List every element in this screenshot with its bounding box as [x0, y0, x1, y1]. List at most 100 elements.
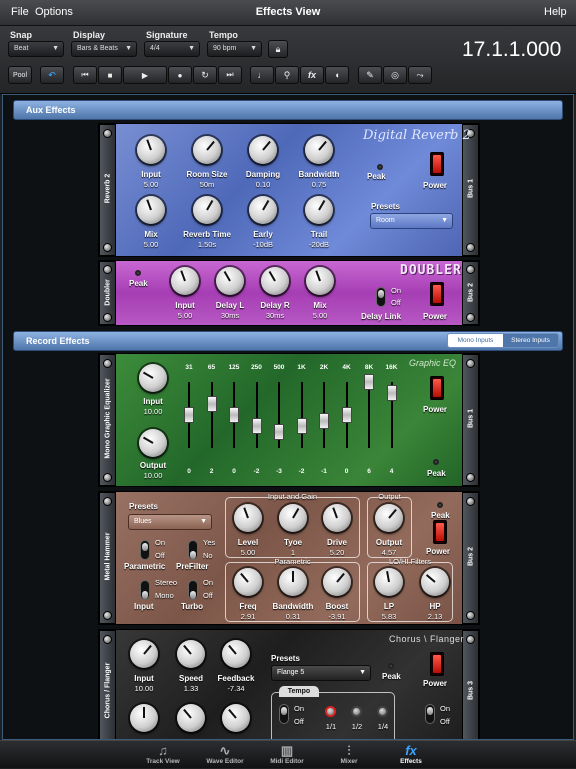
hammer-preset-select[interactable]: Blues ▼ — [128, 514, 212, 530]
tab-effects[interactable]: fx Effects — [376, 741, 446, 769]
fx-button[interactable]: fx — [300, 66, 324, 84]
loop-button[interactable]: ↻ — [193, 66, 217, 84]
binoculars-button[interactable]: ◎ — [383, 66, 407, 84]
reverb-bandwidth-knob[interactable] — [305, 136, 333, 164]
play-button[interactable]: ▶ — [123, 66, 167, 84]
hammer-lp-knob[interactable] — [375, 568, 403, 596]
tab-mixer[interactable]: ⫶ Mixer — [314, 741, 384, 769]
hammer-drive-value: 5.20 — [329, 548, 345, 557]
reverb-power-switch[interactable] — [430, 152, 444, 176]
help-menu[interactable]: Help — [544, 6, 567, 18]
hammer-bandwidth-knob[interactable] — [279, 568, 307, 596]
doubler-delay-r-value: 30ms — [265, 311, 285, 320]
hammer-drive-knob[interactable] — [323, 504, 351, 532]
duck-icon: ◖ — [334, 70, 340, 80]
display-select[interactable]: Bars & Beats ▼ — [71, 41, 137, 57]
effects-area[interactable]: Aux Effects Reverb 2 Bus 1 Digital Rever… — [2, 94, 574, 740]
eq-slider-thumb[interactable] — [296, 418, 307, 434]
tab-wave-editor[interactable]: ∿ Wave Editor — [190, 741, 260, 769]
forward-button[interactable]: ⏭ — [218, 66, 242, 84]
eq-slider-thumb[interactable] — [229, 407, 239, 423]
wrench-button[interactable]: ✎ — [358, 66, 382, 84]
hammer-freq-knob[interactable] — [234, 568, 262, 596]
chorus-power-switch[interactable] — [430, 652, 444, 676]
tab-bar: ♫ Track View ∿ Wave Editor ▥ Midi Editor ⫶ Mixe… — [0, 740, 576, 768]
doubler-power-switch[interactable] — [430, 282, 444, 306]
reverb-mix-value: 5.00 — [143, 240, 159, 249]
hammer-level-knob[interactable] — [234, 504, 262, 532]
parametric-toggle[interactable] — [140, 540, 150, 560]
lock-button[interactable]: 🔒︎ — [268, 40, 288, 58]
tempo-note-button[interactable] — [351, 706, 362, 717]
eq-slider-thumb[interactable] — [386, 385, 397, 401]
tempo-toggle[interactable] — [279, 704, 289, 724]
doubler-mix-knob[interactable] — [306, 267, 334, 295]
reverb-trail-knob[interactable] — [305, 196, 333, 224]
doubler-delay-l-knob[interactable] — [216, 267, 244, 295]
eq-output-knob[interactable] — [139, 429, 167, 457]
tempo-tab[interactable]: Tempo — [279, 686, 319, 697]
tempo-select[interactable]: 90 bpm ▼ — [207, 41, 262, 57]
reverb-reverb-time-knob[interactable] — [193, 196, 221, 224]
reverb-mix-knob[interactable] — [137, 196, 165, 224]
reverb-unit: Reverb 2 Bus 1 Digital Reverb 2 Input 5.0… — [98, 123, 480, 257]
chorus-preset-select[interactable]: Flange 5 ▼ — [271, 665, 371, 681]
eq-slider-thumb[interactable] — [184, 407, 194, 423]
stereo-inputs-tab[interactable]: Stereo Inputs — [503, 334, 558, 347]
chorus-knob[interactable] — [177, 704, 205, 732]
tempo-note-button[interactable] — [325, 706, 336, 717]
chorus-title: Chorus \ Flanger — [389, 634, 465, 644]
record-button[interactable]: ● — [168, 66, 192, 84]
eq-slider-thumb[interactable] — [341, 407, 352, 423]
eq-slider-thumb[interactable] — [274, 423, 284, 440]
eq-power-switch[interactable] — [430, 376, 444, 400]
tab-label: Track View — [146, 758, 180, 765]
reverb-damping-knob[interactable] — [249, 136, 277, 164]
rack-ear-left: Metal Hammer — [99, 492, 116, 624]
reverb-early-knob[interactable] — [249, 196, 277, 224]
mono-inputs-tab[interactable]: Mono Inputs — [448, 334, 503, 347]
snap-select[interactable]: Beat ▼ — [8, 41, 64, 57]
reverb-preset-select[interactable]: Room ▼ — [370, 213, 453, 229]
rack-ear-right: Bus 2 — [462, 492, 479, 624]
pool-button[interactable]: Pool — [8, 66, 32, 84]
eq-input-knob[interactable] — [139, 364, 167, 392]
chorus-bus-label: Bus 3 — [467, 680, 475, 701]
doubler-input-knob[interactable] — [171, 267, 199, 295]
metronome-button[interactable]: ♩ — [250, 66, 274, 84]
chorus-feedback-knob[interactable] — [222, 640, 250, 668]
stop-button[interactable]: ■ — [98, 66, 122, 84]
input-mode-toggle[interactable] — [140, 580, 150, 600]
reverb-room-size-knob[interactable] — [193, 136, 221, 164]
chorus-knob[interactable] — [222, 704, 250, 732]
tab-track-view[interactable]: ♫ Track View — [128, 741, 198, 769]
chorus-input-knob[interactable] — [130, 640, 158, 668]
rack-ear-right: Bus 1 — [462, 354, 479, 486]
reverb-input-knob[interactable] — [137, 136, 165, 164]
eq-slider-thumb[interactable] — [251, 418, 262, 434]
route-button[interactable]: ⤳ — [408, 66, 432, 84]
doubler-delay-r-knob[interactable] — [261, 267, 289, 295]
chorus-knob[interactable] — [130, 704, 158, 732]
hammer-hp-knob[interactable] — [421, 568, 449, 596]
rewind-button[interactable]: ⏮ — [73, 66, 97, 84]
hammer-tyoe-knob[interactable] — [279, 504, 307, 532]
signature-select[interactable]: 4/4 ▼ — [144, 41, 200, 57]
turbo-toggle[interactable] — [188, 580, 198, 600]
eq-slider-thumb[interactable] — [206, 396, 217, 412]
tab-midi-editor[interactable]: ▥ Midi Editor — [252, 741, 322, 769]
eq-slider-thumb[interactable] — [319, 412, 329, 429]
chorus-toggle[interactable] — [425, 704, 435, 724]
duck-button[interactable]: ◖ — [325, 66, 349, 84]
hammer-output-knob[interactable] — [375, 504, 403, 532]
chorus-speed-knob[interactable] — [177, 640, 205, 668]
eq-slider-thumb[interactable] — [364, 374, 374, 390]
tempo-note-button[interactable] — [377, 706, 388, 717]
hammer-boost-knob[interactable] — [323, 568, 351, 596]
chorus-peak-label: Peak — [382, 672, 401, 681]
zoom-button[interactable]: ⚲ — [275, 66, 299, 84]
delay-link-toggle[interactable] — [376, 287, 386, 307]
prefilter-toggle[interactable] — [188, 540, 198, 560]
undo-button[interactable]: ↶ — [40, 66, 64, 84]
hammer-power-switch[interactable] — [433, 520, 447, 544]
